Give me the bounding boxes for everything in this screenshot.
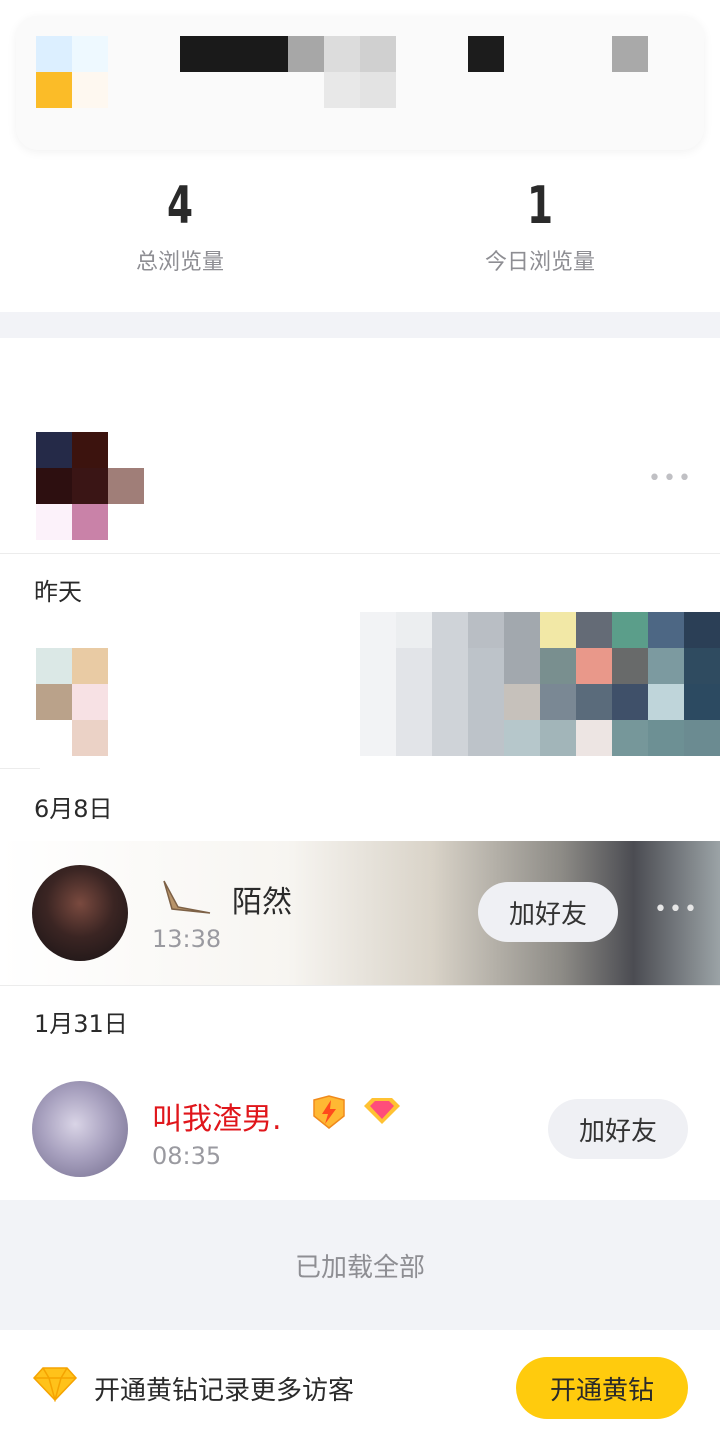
pixel-block <box>540 612 576 648</box>
add-friend-button[interactable]: 加好友 <box>478 882 618 942</box>
pixel-block <box>72 720 108 756</box>
section-gap <box>0 312 720 338</box>
pixel-block <box>180 36 288 72</box>
today-views-value: 1 <box>526 176 554 236</box>
visitor-row-hidden[interactable]: ••• <box>0 338 720 553</box>
date-header-jan31: 1月31日 <box>34 1010 128 1038</box>
pixel-block <box>288 36 324 72</box>
pixel-block <box>468 612 504 648</box>
pixel-block <box>36 648 72 684</box>
visitor-row[interactable]: 叫我渣男. 08:35 加好友 <box>0 1058 720 1200</box>
pixel-block <box>504 612 540 684</box>
visitor-row-hidden[interactable] <box>0 612 720 768</box>
pixel-block <box>324 36 360 72</box>
pixel-block <box>648 612 684 648</box>
pixel-block <box>648 720 684 756</box>
yellow-diamond-icon <box>32 1367 78 1402</box>
pixel-block <box>612 684 648 720</box>
pixel-block <box>684 648 720 684</box>
row-divider <box>0 553 720 554</box>
pixel-block <box>576 684 612 720</box>
visitor-name[interactable]: 叫我渣男. <box>152 1094 282 1138</box>
pixel-block <box>540 720 576 756</box>
pixel-block <box>36 684 72 720</box>
visitor-row[interactable]: 陌然 13:38 加好友 ••• <box>0 841 720 985</box>
row-divider <box>0 985 720 986</box>
pixel-block <box>612 36 648 72</box>
add-friend-button[interactable]: 加好友 <box>548 1099 688 1159</box>
view-stats: 4 总浏览量 1 今日浏览量 <box>0 170 720 290</box>
pixel-block <box>684 612 720 648</box>
pixel-block <box>648 648 684 684</box>
pixel-block <box>108 468 144 504</box>
pixel-block <box>576 648 612 684</box>
pixel-block <box>468 648 504 756</box>
lightning-level-badge-icon <box>313 1095 345 1129</box>
pixel-block <box>396 648 432 756</box>
pixel-block <box>360 612 396 756</box>
pixel-block <box>72 468 108 504</box>
pixel-block <box>504 684 540 720</box>
loaded-all-label: 已加载全部 <box>0 1200 720 1330</box>
pixel-block <box>360 72 396 108</box>
total-views-stat[interactable]: 4 总浏览量 <box>50 170 310 276</box>
pixel-block <box>72 648 108 684</box>
today-views-stat[interactable]: 1 今日浏览量 <box>410 170 670 276</box>
total-views-value: 4 <box>166 176 194 236</box>
pixel-block <box>576 720 612 756</box>
profile-header-card <box>16 16 704 150</box>
pixel-block <box>504 720 540 756</box>
pixel-block <box>72 504 108 540</box>
date-header-jun8: 6月8日 <box>34 795 113 823</box>
more-options-icon[interactable]: ••• <box>654 897 699 922</box>
pixel-block <box>36 432 72 468</box>
pixel-block <box>324 72 360 108</box>
avatar[interactable] <box>32 1081 128 1177</box>
pixel-block <box>648 684 684 720</box>
pixel-block <box>72 72 108 108</box>
pixel-block <box>72 684 108 720</box>
pixel-block <box>36 504 72 540</box>
pixel-block <box>612 612 648 648</box>
vip-promo-footer: 开通黄钻记录更多访客 开通黄钻 <box>0 1330 720 1440</box>
total-views-label: 总浏览量 <box>135 250 224 275</box>
visit-time: 13:38 <box>152 925 222 953</box>
avatar[interactable] <box>32 865 128 961</box>
pendant-badge-icon <box>163 880 211 914</box>
pixel-block <box>684 720 720 756</box>
date-header-yesterday: 昨天 <box>34 578 82 606</box>
pixel-block <box>684 684 720 720</box>
pixel-block <box>612 648 648 684</box>
pixel-block <box>36 36 72 72</box>
pixel-block <box>72 432 108 468</box>
pixel-block <box>576 612 612 648</box>
pixel-block <box>540 648 576 684</box>
pixel-block <box>432 612 468 756</box>
visit-time: 08:35 <box>152 1142 222 1170</box>
pixel-block <box>36 468 72 504</box>
pixel-block <box>72 36 108 72</box>
pixel-block <box>468 36 504 72</box>
pixel-block <box>36 72 72 108</box>
pixel-block <box>540 684 576 720</box>
row-divider <box>0 768 40 769</box>
visitors-page: 4 总浏览量 1 今日浏览量 ••• 昨天 6月8日 陌然 13:38 加好友 … <box>0 0 720 1440</box>
more-options-icon[interactable]: ••• <box>648 466 693 491</box>
pixel-block <box>360 36 396 72</box>
pixel-block <box>396 612 432 648</box>
today-views-label: 今日浏览量 <box>484 250 595 275</box>
diamond-badge-icon <box>364 1098 400 1124</box>
open-vip-button[interactable]: 开通黄钻 <box>516 1357 688 1419</box>
vip-promo-text: 开通黄钻记录更多访客 <box>94 1376 355 1406</box>
pixel-block <box>612 720 648 756</box>
visitor-name[interactable]: 陌然 <box>232 877 292 921</box>
